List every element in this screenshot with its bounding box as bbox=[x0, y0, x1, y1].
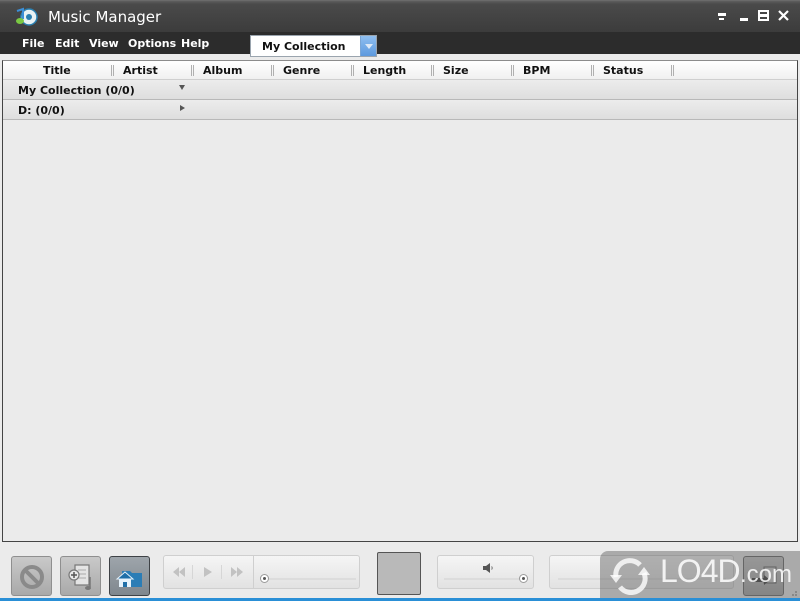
column-resize-handle[interactable] bbox=[671, 65, 674, 76]
group-row-drive-d[interactable]: D: (0/0) bbox=[3, 100, 797, 120]
resize-grip-icon[interactable] bbox=[789, 590, 798, 598]
transport-separator bbox=[221, 565, 222, 579]
column-header-bpm[interactable]: BPM bbox=[523, 64, 550, 77]
home-folder-icon bbox=[115, 571, 142, 587]
menu-options[interactable]: Options bbox=[128, 37, 176, 50]
column-header-title[interactable]: Title bbox=[43, 64, 71, 77]
column-resize-handle[interactable] bbox=[431, 65, 434, 76]
play-icon[interactable] bbox=[201, 565, 215, 579]
music-disc-icon bbox=[16, 7, 38, 26]
column-header-genre[interactable]: Genre bbox=[283, 64, 320, 77]
menu-file[interactable]: File bbox=[22, 37, 45, 50]
menu-view[interactable]: View bbox=[89, 37, 119, 50]
minimize-icon[interactable] bbox=[738, 9, 752, 23]
home-folder-button[interactable] bbox=[109, 556, 150, 596]
fast-forward-icon[interactable] bbox=[230, 565, 244, 579]
rewind-icon[interactable] bbox=[172, 565, 186, 579]
cancel-button[interactable] bbox=[11, 556, 52, 596]
track-list[interactable]: Title Artist Album Genre Length Size BPM… bbox=[2, 60, 798, 542]
column-header-status[interactable]: Status bbox=[603, 64, 643, 77]
export-icon bbox=[752, 566, 777, 585]
menu-help[interactable]: Help bbox=[181, 37, 209, 50]
column-resize-handle[interactable] bbox=[591, 65, 594, 76]
column-resize-handle[interactable] bbox=[351, 65, 354, 76]
collection-dropdown-value: My Collection bbox=[262, 40, 346, 53]
volume-control bbox=[437, 555, 534, 589]
group-label: My Collection (0/0) bbox=[18, 84, 135, 97]
column-resize-handle[interactable] bbox=[111, 65, 114, 76]
export-button[interactable] bbox=[743, 556, 784, 596]
album-art-placeholder bbox=[377, 552, 421, 595]
speaker-icon[interactable] bbox=[482, 562, 494, 574]
add-to-playlist-button[interactable] bbox=[60, 556, 101, 596]
maximize-icon[interactable] bbox=[757, 9, 771, 23]
volume-slider[interactable] bbox=[444, 578, 526, 580]
group-row-my-collection[interactable]: My Collection (0/0) bbox=[3, 80, 797, 100]
status-panel-track bbox=[558, 578, 726, 580]
menu-edit[interactable]: Edit bbox=[55, 37, 79, 50]
column-resize-handle[interactable] bbox=[271, 65, 274, 76]
music-manager-window: Music Manager File Edit View Options Hel… bbox=[0, 0, 800, 601]
transport-separator bbox=[192, 565, 193, 579]
status-panel bbox=[549, 555, 734, 589]
chevron-down-icon[interactable] bbox=[360, 36, 376, 56]
expand-triangle-right-icon[interactable] bbox=[180, 105, 185, 111]
title-bar[interactable]: Music Manager bbox=[0, 0, 800, 32]
app-title: Music Manager bbox=[48, 8, 162, 26]
close-icon[interactable] bbox=[777, 9, 791, 23]
column-header-row: Title Artist Album Genre Length Size BPM… bbox=[3, 61, 797, 80]
expand-triangle-down-icon[interactable] bbox=[179, 85, 185, 90]
column-resize-handle[interactable] bbox=[511, 65, 514, 76]
seek-slider[interactable] bbox=[260, 578, 356, 580]
seek-slider-knob[interactable] bbox=[260, 574, 269, 583]
collection-dropdown[interactable]: My Collection bbox=[250, 35, 377, 57]
column-header-size[interactable]: Size bbox=[443, 64, 469, 77]
prohibit-icon bbox=[20, 565, 44, 589]
column-resize-handle[interactable] bbox=[191, 65, 194, 76]
column-header-length[interactable]: Length bbox=[363, 64, 406, 77]
menu-bar: File Edit View Options Help bbox=[0, 32, 800, 54]
playback-controls bbox=[163, 555, 360, 589]
transport-divider bbox=[253, 556, 254, 588]
compact-mode-icon[interactable] bbox=[715, 9, 729, 23]
volume-slider-knob[interactable] bbox=[519, 574, 528, 583]
column-header-artist[interactable]: Artist bbox=[123, 64, 158, 77]
column-header-album[interactable]: Album bbox=[203, 64, 242, 77]
bottom-toolbar bbox=[0, 543, 800, 599]
add-document-icon bbox=[68, 564, 91, 590]
group-label: D: (0/0) bbox=[18, 104, 65, 117]
